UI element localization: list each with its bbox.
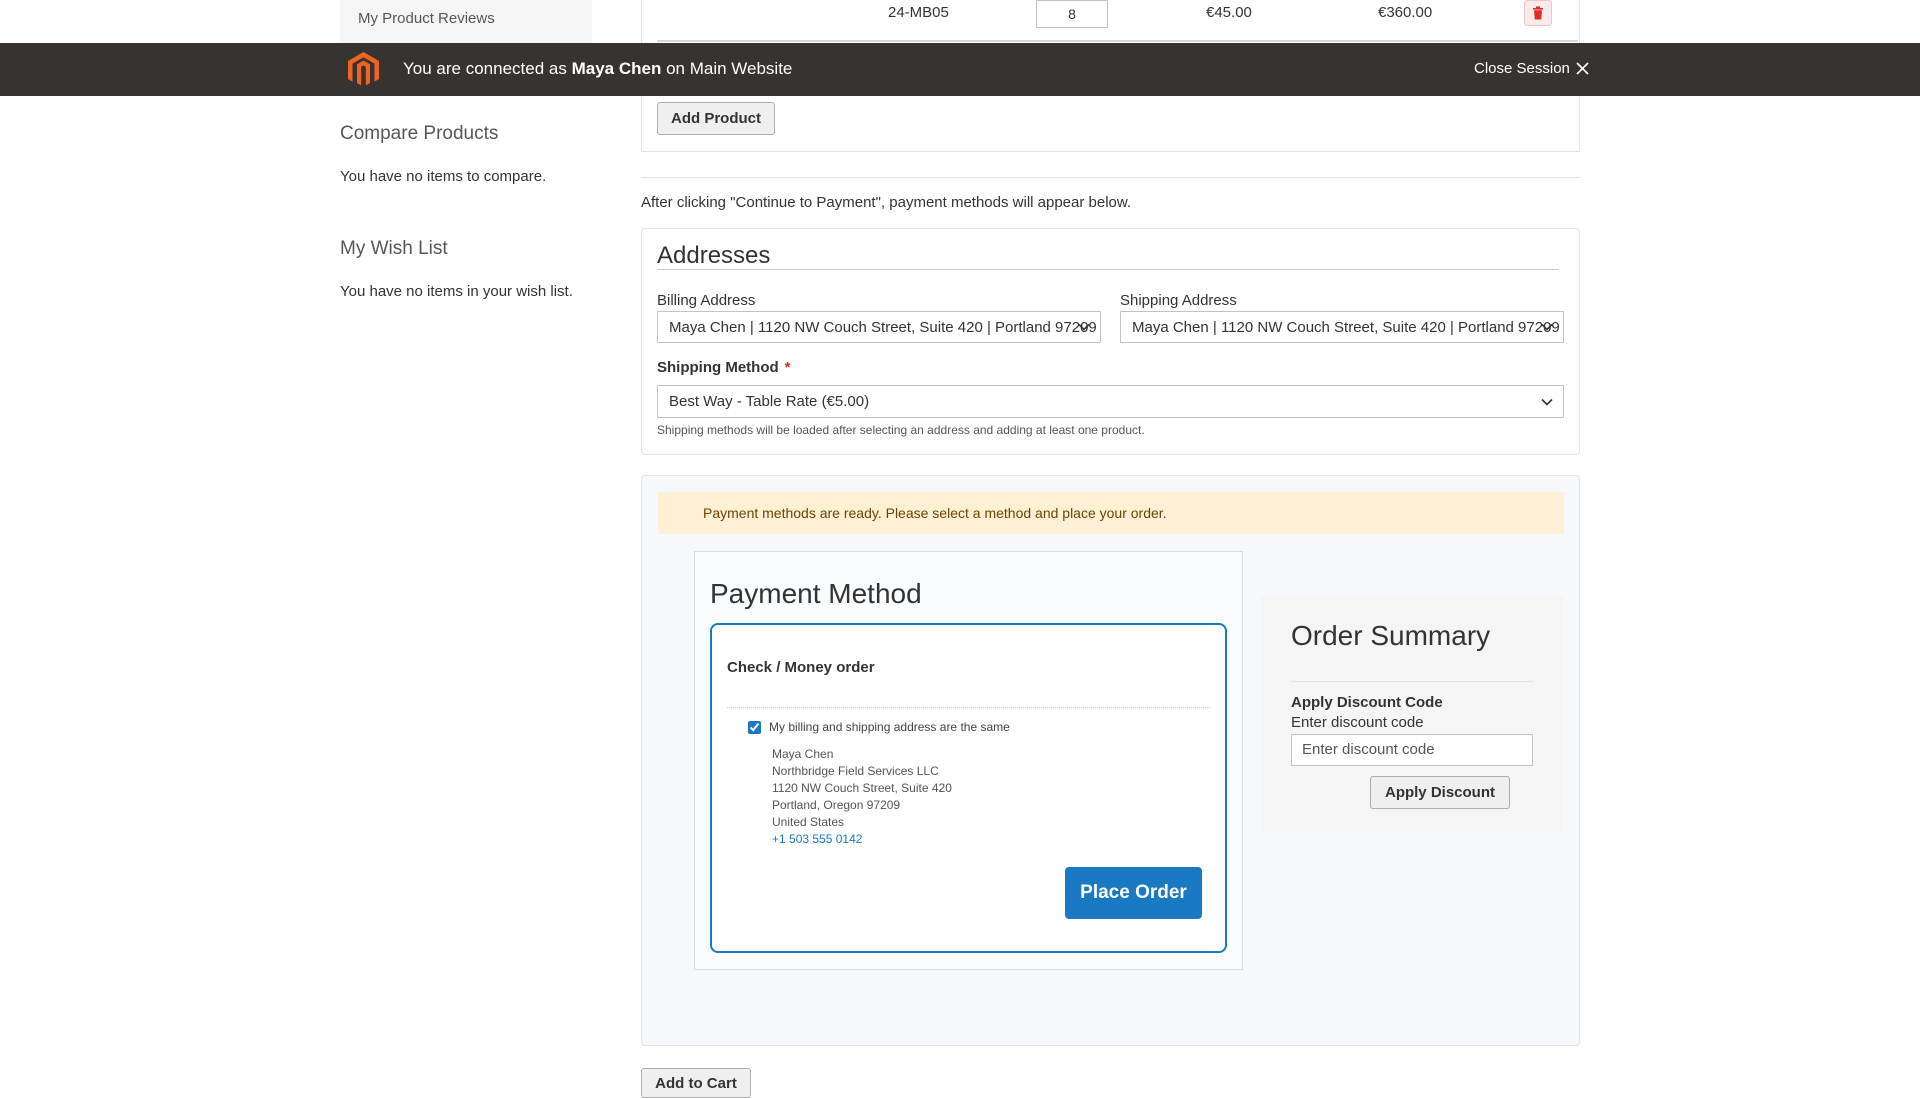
billing-address-select[interactable]: Maya Chen | 1120 NW Couch Street, Suite … bbox=[657, 311, 1101, 343]
close-session-button[interactable]: Close Session bbox=[1474, 60, 1589, 77]
add-product-button[interactable]: Add Product bbox=[657, 102, 775, 135]
payment-ready-notice: Payment methods are ready. Please select… bbox=[658, 492, 1564, 534]
session-customer-name: Maya Chen bbox=[571, 59, 662, 78]
remove-item-button[interactable] bbox=[1524, 0, 1552, 26]
session-website-name: Main Website bbox=[689, 59, 793, 78]
payment-method-title: Payment Method bbox=[710, 578, 922, 609]
quantity-input[interactable]: 8 bbox=[1036, 0, 1108, 28]
product-price: €45.00 bbox=[1206, 4, 1252, 21]
chevron-down-icon bbox=[1541, 323, 1553, 331]
sidebar-item-label: My Product Reviews bbox=[358, 10, 495, 27]
customer-session-bar: You are connected as Maya Chen on Main W… bbox=[0, 43, 1920, 96]
chevron-down-icon bbox=[1078, 323, 1090, 331]
wishlist-empty-text: You have no items in your wish list. bbox=[340, 283, 573, 300]
sidebar-item-my-product-reviews[interactable]: My Product Reviews bbox=[340, 0, 592, 43]
address-company: Northbridge Field Services LLC bbox=[772, 764, 939, 778]
payment-method-name: Check / Money order bbox=[727, 659, 875, 676]
trash-icon bbox=[1533, 6, 1543, 20]
session-connection-text: You are connected as Maya Chen on Main W… bbox=[403, 59, 793, 78]
compare-products-title: Compare Products bbox=[340, 123, 499, 144]
discount-code-title: Apply Discount Code bbox=[1291, 694, 1443, 711]
same-address-checkbox[interactable] bbox=[748, 720, 761, 734]
required-marker: * bbox=[784, 359, 791, 376]
order-summary-title: Order Summary bbox=[1291, 620, 1491, 651]
address-phone-link[interactable]: +1 503 555 0142 bbox=[772, 831, 952, 848]
address-name: Maya Chen bbox=[772, 747, 834, 761]
billing-address-label: Billing Address bbox=[657, 292, 756, 309]
shipping-method-select[interactable]: Best Way - Table Rate (€5.00) bbox=[657, 385, 1564, 418]
close-icon bbox=[1576, 62, 1589, 75]
payment-hint-text: After clicking "Continue to Payment", pa… bbox=[641, 194, 1132, 211]
add-to-cart-button[interactable]: Add to Cart bbox=[641, 1068, 751, 1098]
table-row-divider bbox=[657, 40, 1578, 42]
address-street: 1120 NW Couch Street, Suite 420 bbox=[772, 781, 952, 795]
magento-logo-icon bbox=[348, 52, 379, 86]
discount-code-input[interactable]: Enter discount code bbox=[1291, 734, 1533, 766]
address-city: Portland, Oregon 97209 bbox=[772, 798, 901, 812]
shipping-address-select[interactable]: Maya Chen | 1120 NW Couch Street, Suite … bbox=[1120, 311, 1564, 343]
apply-discount-button[interactable]: Apply Discount bbox=[1370, 776, 1510, 809]
product-subtotal: €360.00 bbox=[1378, 4, 1433, 21]
address-country: United States bbox=[772, 815, 845, 829]
same-address-checkbox-row[interactable]: My billing and shipping address are the … bbox=[748, 720, 1010, 734]
discount-code-label: Enter discount code bbox=[1291, 714, 1424, 731]
addresses-title-divider bbox=[657, 269, 1559, 270]
chevron-down-icon bbox=[1541, 398, 1553, 406]
same-address-label: My billing and shipping address are the … bbox=[769, 720, 1010, 734]
product-sku: 24-MB05 bbox=[888, 4, 949, 21]
place-order-button[interactable]: Place Order bbox=[1065, 867, 1202, 919]
shipping-method-label: Shipping Method * bbox=[657, 359, 791, 376]
compare-products-empty-text: You have no items to compare. bbox=[340, 168, 547, 185]
section-divider bbox=[641, 177, 1580, 178]
shipping-address-label: Shipping Address bbox=[1120, 292, 1237, 309]
payment-divider bbox=[727, 707, 1210, 708]
shipping-method-hint: Shipping methods will be loaded after se… bbox=[657, 423, 1145, 437]
wishlist-title: My Wish List bbox=[340, 238, 448, 259]
billing-address-block: Maya Chen Northbridge Field Services LLC… bbox=[772, 746, 952, 848]
addresses-title: Addresses bbox=[657, 242, 771, 269]
summary-divider bbox=[1291, 681, 1533, 682]
